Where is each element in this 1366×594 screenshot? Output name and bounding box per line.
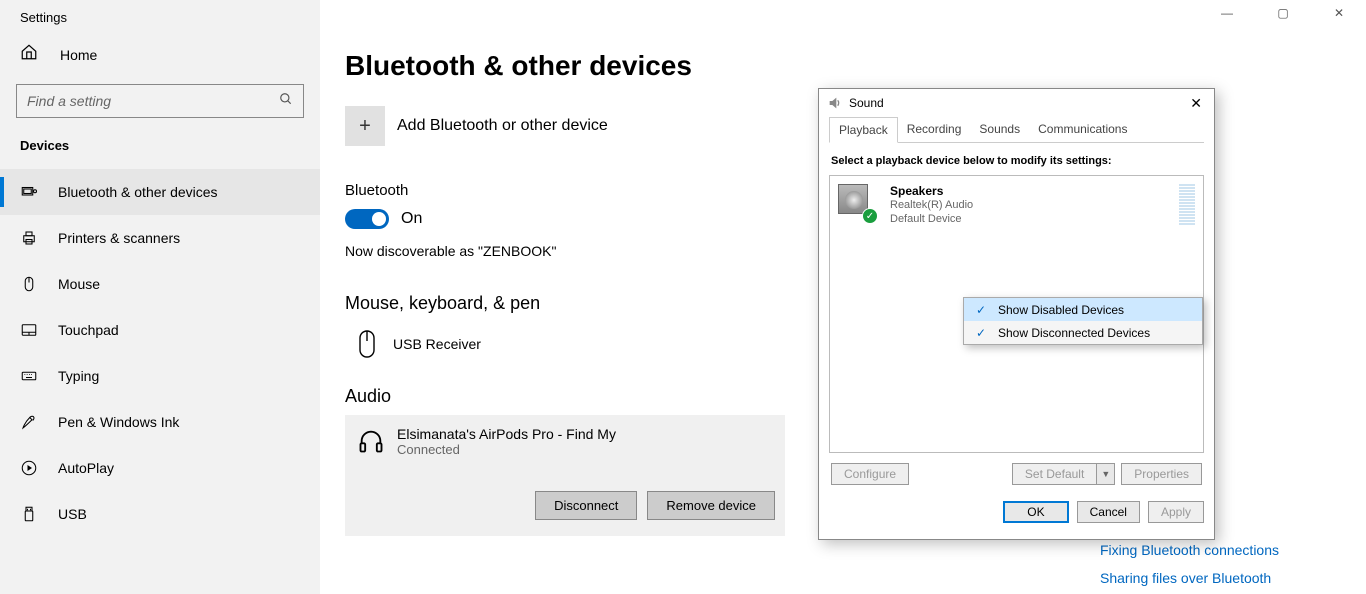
device-name: Elsimanata's AirPods Pro - Find My [397, 426, 616, 442]
device-name: USB Receiver [393, 336, 481, 352]
search-icon [279, 92, 293, 111]
context-menu-label: Show Disabled Devices [994, 303, 1124, 317]
playback-device-driver: Realtek(R) Audio [890, 198, 973, 212]
sidebar-item-label: Typing [58, 368, 99, 384]
sidebar-item-label: Mouse [58, 276, 100, 292]
context-menu-item-show-disabled[interactable]: ✓ Show Disabled Devices [964, 298, 1202, 321]
plus-icon: + [345, 106, 385, 146]
home-icon [20, 43, 40, 66]
search-input[interactable] [27, 93, 279, 109]
tab-recording[interactable]: Recording [898, 117, 971, 142]
page-title: Bluetooth & other devices [345, 50, 1366, 82]
sidebar: Settings Home Devices Bluetooth & other … [0, 0, 320, 594]
set-default-dropdown[interactable]: ▼ [1097, 463, 1115, 485]
speaker-icon [827, 95, 843, 111]
level-meter [1179, 184, 1195, 225]
playback-device-speakers[interactable]: ✓ Speakers Realtek(R) Audio Default Devi… [830, 176, 1203, 235]
touchpad-icon [20, 321, 40, 339]
sidebar-item-label: AutoPlay [58, 460, 114, 476]
playback-device-default: Default Device [890, 212, 973, 226]
sidebar-item-label: Touchpad [58, 322, 119, 338]
sidebar-item-label: Pen & Windows Ink [58, 414, 179, 430]
printer-icon [20, 229, 40, 247]
sidebar-item-autoplay[interactable]: AutoPlay [0, 445, 320, 491]
sidebar-item-pen[interactable]: Pen & Windows Ink [0, 399, 320, 445]
device-icon [20, 183, 40, 201]
add-device-label: Add Bluetooth or other device [397, 117, 608, 135]
bluetooth-state: On [401, 210, 422, 228]
context-menu-label: Show Disconnected Devices [994, 326, 1150, 340]
ok-button[interactable]: OK [1003, 501, 1068, 523]
autoplay-icon [20, 459, 40, 477]
mouse-icon [20, 275, 40, 293]
tab-playback[interactable]: Playback [829, 117, 898, 143]
check-icon: ✓ [968, 326, 994, 340]
keyboard-icon [20, 367, 40, 385]
pen-icon [20, 413, 40, 431]
app-title: Settings [0, 0, 320, 25]
speaker-device-icon: ✓ [838, 184, 874, 220]
dialog-title: Sound [849, 96, 1186, 110]
remove-device-button[interactable]: Remove device [647, 491, 775, 520]
properties-button[interactable]: Properties [1121, 463, 1202, 485]
home-label: Home [60, 47, 97, 63]
mouse-icon [351, 328, 383, 360]
sidebar-section-title: Devices [0, 132, 320, 169]
sidebar-item-label: Printers & scanners [58, 230, 180, 246]
usb-icon [20, 505, 40, 523]
device-status: Connected [397, 442, 616, 457]
headphones-icon [355, 425, 387, 457]
home-nav[interactable]: Home [0, 25, 320, 84]
dialog-tabs: Playback Recording Sounds Communications [829, 117, 1204, 143]
check-icon: ✓ [862, 208, 878, 224]
tab-communications[interactable]: Communications [1029, 117, 1136, 142]
cancel-button[interactable]: Cancel [1077, 501, 1140, 523]
bluetooth-toggle[interactable] [345, 209, 389, 229]
sidebar-item-typing[interactable]: Typing [0, 353, 320, 399]
sidebar-item-bluetooth[interactable]: Bluetooth & other devices [0, 169, 320, 215]
apply-button[interactable]: Apply [1148, 501, 1204, 523]
check-icon: ✓ [968, 303, 994, 317]
tab-sounds[interactable]: Sounds [970, 117, 1029, 142]
configure-button[interactable]: Configure [831, 463, 909, 485]
disconnect-button[interactable]: Disconnect [535, 491, 637, 520]
sidebar-item-touchpad[interactable]: Touchpad [0, 307, 320, 353]
sidebar-item-mouse[interactable]: Mouse [0, 261, 320, 307]
playback-device-name: Speakers [890, 184, 973, 198]
sidebar-item-label: USB [58, 506, 87, 522]
sidebar-item-label: Bluetooth & other devices [58, 184, 218, 200]
context-menu: ✓ Show Disabled Devices ✓ Show Disconnec… [963, 297, 1203, 345]
context-menu-item-show-disconnected[interactable]: ✓ Show Disconnected Devices [964, 321, 1202, 344]
search-input-wrapper[interactable] [16, 84, 304, 118]
set-default-button[interactable]: Set Default [1012, 463, 1097, 485]
device-airpods-selected[interactable]: Elsimanata's AirPods Pro - Find My Conne… [345, 415, 785, 536]
close-icon[interactable]: ✕ [1186, 95, 1206, 112]
dialog-instruction: Select a playback device below to modify… [829, 143, 1204, 175]
sidebar-item-printers[interactable]: Printers & scanners [0, 215, 320, 261]
sidebar-item-usb[interactable]: USB [0, 491, 320, 537]
